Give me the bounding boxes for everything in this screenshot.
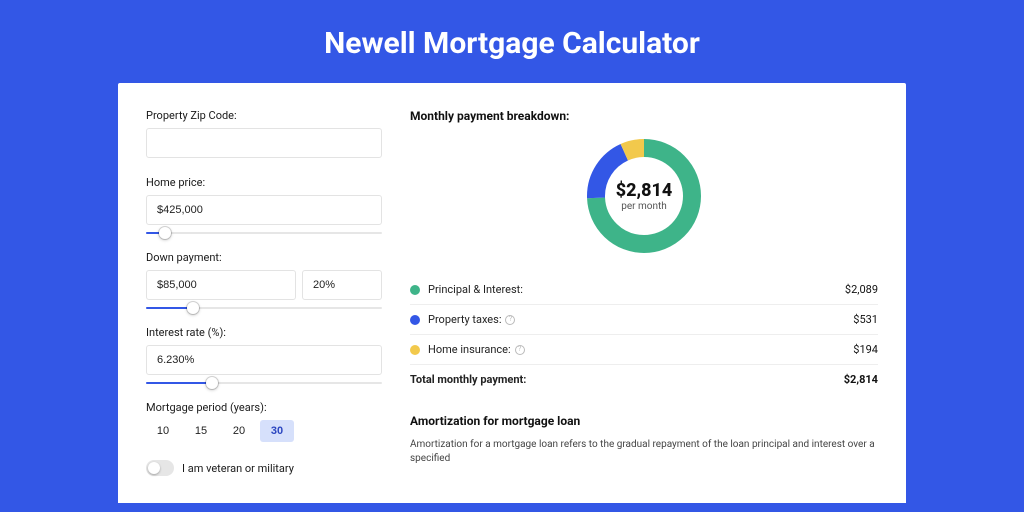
down-pct-input[interactable]	[302, 270, 382, 300]
breakdown-value: $2,089	[845, 283, 878, 296]
info-icon[interactable]: ?	[515, 345, 525, 355]
period-options: 10152030	[146, 420, 382, 442]
legend-swatch	[410, 285, 420, 295]
veteran-label: I am veteran or military	[182, 462, 294, 475]
total-label: Total monthly payment:	[410, 373, 526, 386]
rate-input[interactable]	[146, 345, 382, 375]
veteran-toggle[interactable]	[146, 460, 174, 476]
breakdown-label: Property taxes:?	[428, 313, 515, 326]
down-slider[interactable]	[146, 302, 382, 314]
total-value: $2,814	[844, 373, 878, 386]
price-slider[interactable]	[146, 227, 382, 239]
rate-slider[interactable]	[146, 377, 382, 389]
zip-group: Property Zip Code:	[146, 109, 382, 158]
period-option-15[interactable]: 15	[184, 420, 218, 442]
breakdown-donut: $2,814 per month	[583, 135, 705, 257]
breakdown-total-row: Total monthly payment: $2,814	[410, 365, 878, 394]
rate-label: Interest rate (%):	[146, 326, 382, 339]
breakdown-panel: Monthly payment breakdown: $2,814 per mo…	[410, 109, 878, 503]
legend-swatch	[410, 345, 420, 355]
form-panel: Property Zip Code: Home price: Down paym…	[146, 109, 382, 503]
slider-thumb[interactable]	[206, 377, 218, 389]
legend-swatch	[410, 315, 420, 325]
period-option-30[interactable]: 30	[260, 420, 294, 442]
donut-value: $2,814	[616, 180, 673, 201]
veteran-row: I am veteran or military	[146, 460, 382, 476]
toggle-knob	[148, 462, 160, 474]
price-input[interactable]	[146, 195, 382, 225]
amort-body: Amortization for a mortgage loan refers …	[410, 438, 878, 466]
slider-thumb[interactable]	[187, 302, 199, 314]
breakdown-value: $194	[853, 343, 878, 356]
page-title: Newell Mortgage Calculator	[0, 0, 1024, 83]
period-option-10[interactable]: 10	[146, 420, 180, 442]
down-amount-input[interactable]	[146, 270, 296, 300]
zip-input[interactable]	[146, 128, 382, 158]
donut-sub: per month	[621, 201, 667, 212]
breakdown-row: Principal & Interest: $2,089	[410, 275, 878, 305]
price-label: Home price:	[146, 176, 382, 189]
amort-title: Amortization for mortgage loan	[410, 414, 878, 428]
price-group: Home price:	[146, 176, 382, 239]
period-label: Mortgage period (years):	[146, 401, 382, 414]
breakdown-label: Home insurance:?	[428, 343, 525, 356]
calculator-card: Property Zip Code: Home price: Down paym…	[118, 83, 906, 503]
down-group: Down payment:	[146, 251, 382, 314]
breakdown-title: Monthly payment breakdown:	[410, 109, 878, 123]
rate-group: Interest rate (%):	[146, 326, 382, 389]
zip-label: Property Zip Code:	[146, 109, 382, 122]
breakdown-row: Property taxes:? $531	[410, 305, 878, 335]
slider-thumb[interactable]	[159, 227, 171, 239]
period-group: Mortgage period (years): 10152030	[146, 401, 382, 442]
down-label: Down payment:	[146, 251, 382, 264]
breakdown-value: $531	[853, 313, 878, 326]
breakdown-label: Principal & Interest:	[428, 283, 523, 296]
breakdown-list: Principal & Interest: $2,089 Property taxe…	[410, 275, 878, 394]
breakdown-row: Home insurance:? $194	[410, 335, 878, 365]
info-icon[interactable]: ?	[505, 315, 515, 325]
period-option-20[interactable]: 20	[222, 420, 256, 442]
